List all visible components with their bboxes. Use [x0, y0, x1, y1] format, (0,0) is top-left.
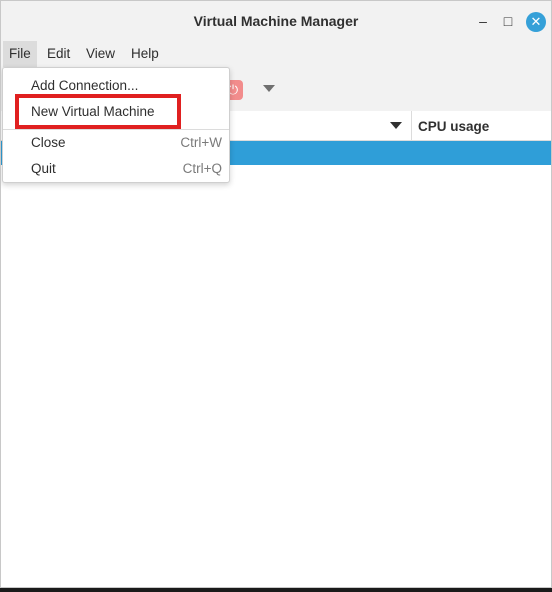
close-button[interactable]: ✕ — [526, 12, 546, 32]
maximize-button[interactable]: □ — [499, 12, 517, 30]
menu-file[interactable]: File — [3, 41, 37, 67]
menu-item-quit[interactable]: Quit Ctrl+Q — [3, 156, 229, 182]
column-cpu-usage[interactable]: CPU usage — [418, 119, 489, 134]
menu-item-shortcut: Ctrl+W — [180, 135, 222, 150]
window-title: Virtual Machine Manager — [193, 13, 359, 29]
menu-item-label: Quit — [31, 161, 56, 176]
maximize-icon: □ — [503, 13, 513, 29]
menu-bar: File Edit View Help — [1, 41, 551, 67]
annotation-highlight-box — [15, 94, 181, 129]
shutdown-options-dropdown-icon[interactable] — [263, 85, 275, 92]
vm-list[interactable] — [1, 165, 551, 587]
menu-item-label: Add Connection... — [31, 78, 139, 93]
menu-view[interactable]: View — [80, 41, 121, 67]
title-bar: Virtual Machine Manager – □ ✕ — [1, 1, 551, 41]
menu-item-close[interactable]: Close Ctrl+W — [3, 130, 229, 156]
close-icon: ✕ — [530, 14, 542, 29]
minimize-button[interactable]: – — [474, 12, 492, 30]
menu-item-label: Close — [31, 135, 66, 150]
menu-help[interactable]: Help — [125, 41, 165, 67]
menu-item-shortcut: Ctrl+Q — [182, 161, 222, 176]
minimize-icon: – — [479, 13, 487, 29]
sort-dropdown-icon[interactable] — [390, 122, 402, 129]
menu-edit[interactable]: Edit — [41, 41, 76, 67]
column-divider[interactable] — [411, 111, 412, 141]
app-window: Virtual Machine Manager – □ ✕ File Edit … — [0, 0, 552, 588]
